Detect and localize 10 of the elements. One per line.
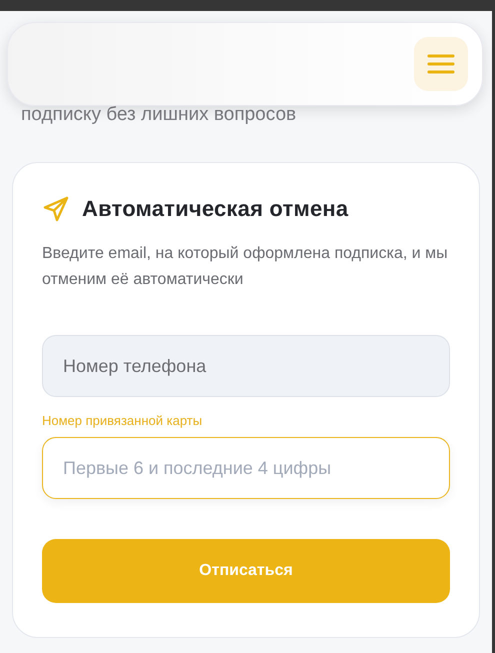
description-text: Введите email, на который оформлена подписка, и мы отменим её автоматически [42, 244, 449, 290]
intro-text: подписку без лишних вопросов [20, 103, 298, 127]
menu-button[interactable] [414, 37, 468, 91]
send-icon [42, 195, 70, 223]
input-field[interactable]: Номер телефона [42, 335, 450, 397]
unsubscribe-button[interactable]: Отписаться [42, 539, 450, 603]
card-title: Автоматическая отмена [82, 196, 348, 222]
input-field[interactable]: Первые 6 и последние 4 цифры [42, 437, 450, 499]
field-label: Номер привязанной карты [42, 413, 204, 428]
menu-icon [427, 53, 455, 75]
